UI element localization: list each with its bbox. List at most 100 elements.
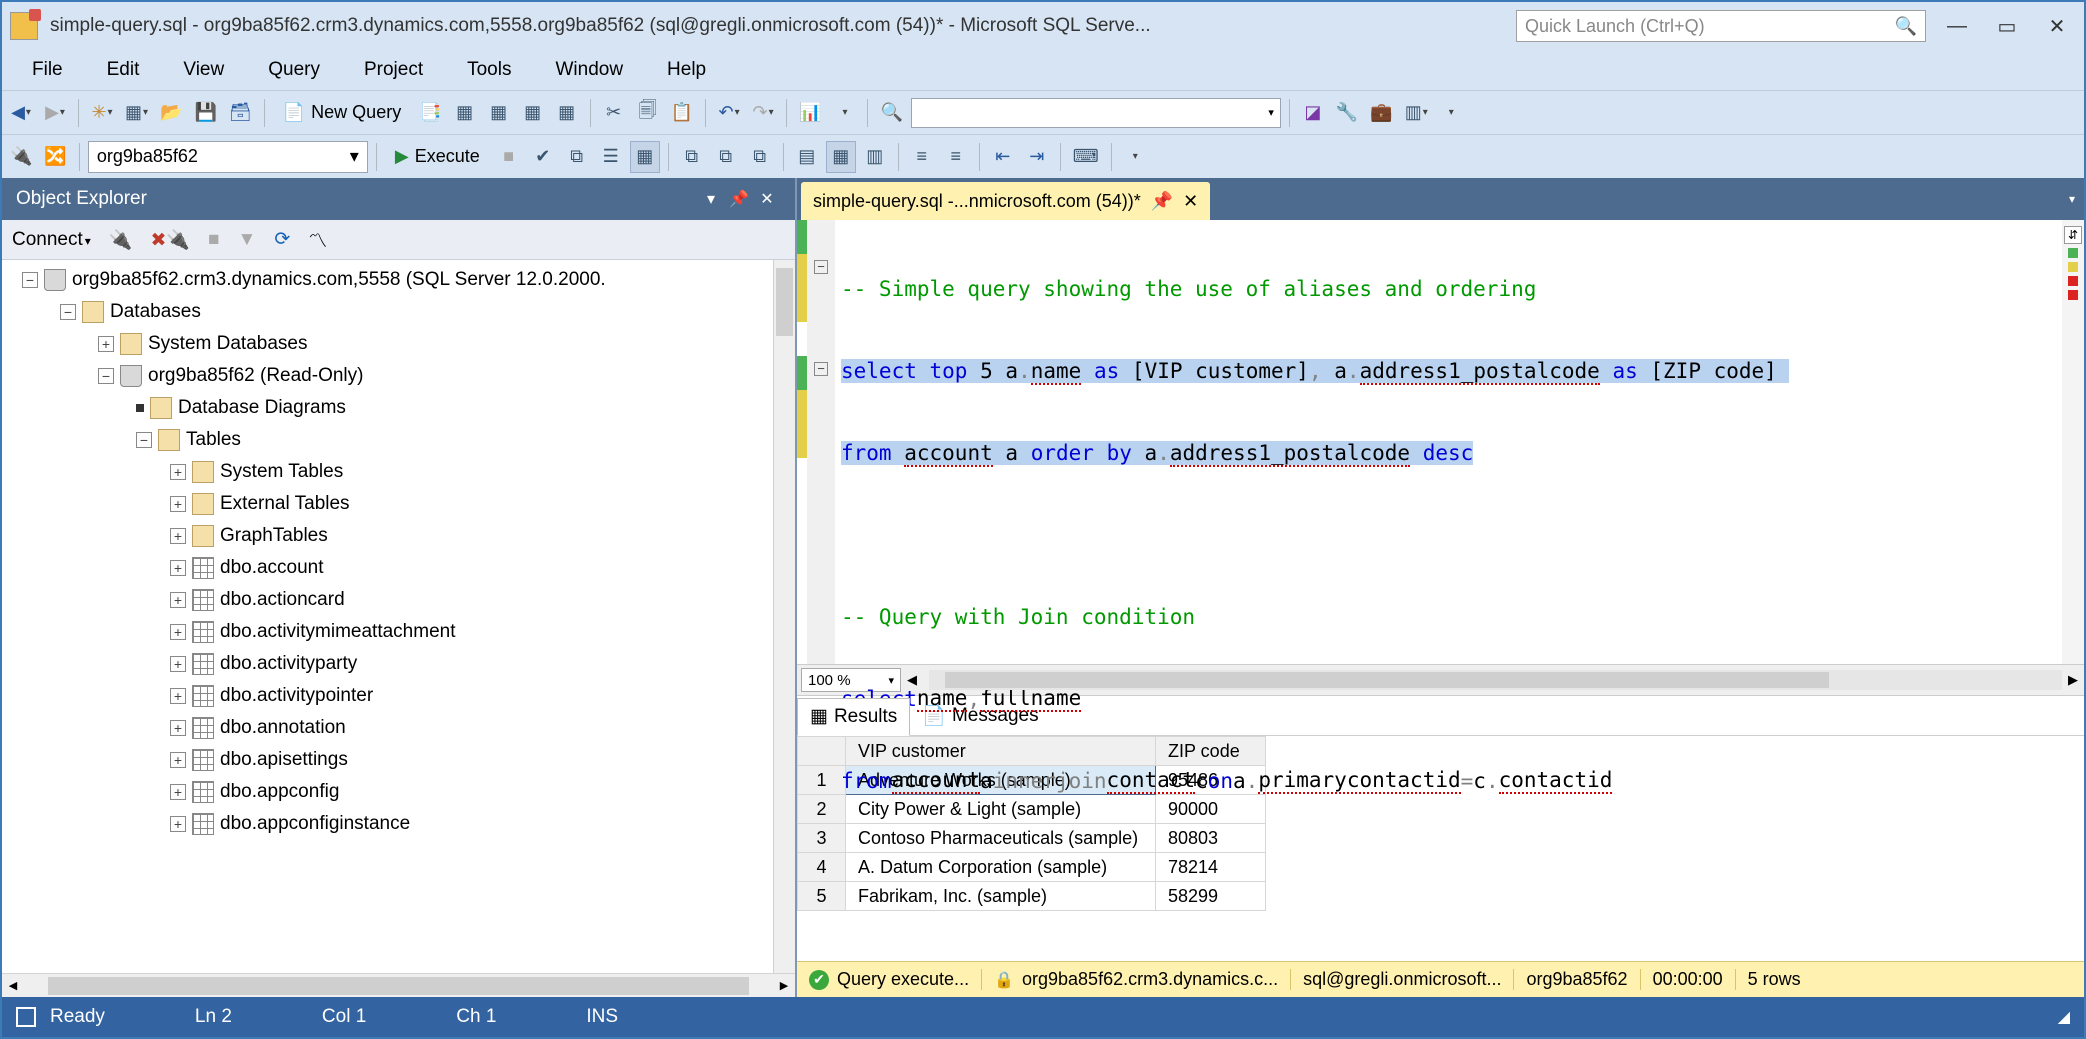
code-editor[interactable]: − − -- Simple query showing the use of a… <box>797 220 2084 664</box>
pin-icon[interactable]: 📌 <box>1151 191 1173 212</box>
save-all-button[interactable]: 🗃 <box>225 97 256 129</box>
menu-edit[interactable]: Edit <box>85 53 162 87</box>
fold-icon[interactable]: − <box>814 260 828 274</box>
tree-table-node[interactable]: +dbo.account <box>2 552 795 584</box>
minimize-button[interactable]: — <box>1938 8 1976 44</box>
find-button[interactable]: 🔍 <box>876 97 906 129</box>
include-plan-button[interactable]: ⧉ <box>677 141 707 173</box>
tree-system-tables-node[interactable]: +System Tables <box>2 456 795 488</box>
marker-icon[interactable] <box>2068 290 2078 300</box>
panel-pin-button[interactable]: 📌 <box>725 189 753 209</box>
activity-dropdown[interactable]: ▾ <box>829 97 859 129</box>
tabs-dropdown[interactable]: ▾ <box>2060 192 2084 206</box>
database-combo[interactable]: org9ba85f62 ▾ <box>88 141 368 173</box>
tree-external-tables-node[interactable]: +External Tables <box>2 488 795 520</box>
template-button[interactable]: 📑 <box>415 97 445 129</box>
maximize-button[interactable]: ▭ <box>1988 8 2026 44</box>
decrease-indent-button[interactable]: ⇤ <box>988 141 1018 173</box>
sqlcmd-mode-button[interactable]: ⌨ <box>1069 141 1103 173</box>
filter-icon[interactable]: ▼ <box>238 229 257 251</box>
resize-grip-icon[interactable]: ◢ <box>2058 1007 2070 1027</box>
copy-button[interactable]: 🗐 <box>633 97 663 129</box>
toolbar-overflow[interactable]: ▾ <box>1436 97 1466 129</box>
cut-button[interactable]: ✂ <box>599 97 629 129</box>
dmx-button[interactable]: ▦ <box>484 97 514 129</box>
panel-dropdown-button[interactable]: ▾ <box>697 189 725 209</box>
tree-table-node[interactable]: +dbo.activityparty <box>2 648 795 680</box>
open-button[interactable]: 📂 <box>156 97 186 129</box>
mdx-button[interactable]: ▦ <box>450 97 480 129</box>
menu-window[interactable]: Window <box>533 53 645 87</box>
disconnect-icon[interactable]: ✖🔌 <box>150 228 190 252</box>
dax-button[interactable]: ▦ <box>552 97 582 129</box>
activity-icon[interactable]: 〽 <box>308 226 327 253</box>
tree-table-node[interactable]: +dbo.activitypointer <box>2 680 795 712</box>
xmla-button[interactable]: ▦ <box>518 97 548 129</box>
menu-project[interactable]: Project <box>342 53 445 87</box>
snippet-button[interactable]: ▤ <box>792 141 822 173</box>
activity-monitor-button[interactable]: 📊 <box>795 97 825 129</box>
menu-help[interactable]: Help <box>645 53 728 87</box>
menu-tools[interactable]: Tools <box>445 53 533 87</box>
menu-file[interactable]: File <box>10 53 85 87</box>
surround-button[interactable]: ▦ <box>826 141 856 173</box>
extensions-button[interactable]: ◪ <box>1298 97 1328 129</box>
refresh-icon[interactable]: ⟳ <box>274 228 290 251</box>
nav-forward-button[interactable]: ▶▾ <box>40 97 70 129</box>
save-button[interactable]: 💾 <box>190 97 220 129</box>
specify-values-button[interactable]: ▥ <box>860 141 890 173</box>
new-query-button[interactable]: 📄New Query <box>273 97 411 129</box>
quick-launch-input[interactable]: Quick Launch (Ctrl+Q) 🔍 <box>1516 10 1926 42</box>
tree-table-node[interactable]: +dbo.activitymimeattachment <box>2 616 795 648</box>
object-explorer-tree[interactable]: −org9ba85f62.crm3.dynamics.com,5558 (SQL… <box>2 260 795 973</box>
results-tab[interactable]: ▦Results <box>797 698 910 736</box>
execute-button[interactable]: ▶Execute <box>385 141 490 173</box>
search-combo[interactable]: ▾ <box>911 98 1281 128</box>
tree-table-node[interactable]: +dbo.annotation <box>2 712 795 744</box>
document-tab[interactable]: simple-query.sql -...nmicrosoft.com (54)… <box>801 182 1210 220</box>
new-item-button[interactable]: ✳▾ <box>87 97 117 129</box>
tree-system-databases-node[interactable]: +System Databases <box>2 328 795 360</box>
redo-button[interactable]: ↷▾ <box>748 97 778 129</box>
stop-icon[interactable]: ■ <box>208 229 219 251</box>
close-button[interactable]: ✕ <box>2038 8 2076 44</box>
increase-indent-button[interactable]: ⇥ <box>1022 141 1052 173</box>
menu-view[interactable]: View <box>161 53 246 87</box>
fold-icon[interactable]: − <box>814 362 828 376</box>
results-text-button[interactable]: ☰ <box>596 141 626 173</box>
menu-query[interactable]: Query <box>246 53 342 87</box>
marker-icon[interactable] <box>2068 276 2078 286</box>
nav-back-button[interactable]: ◀▾ <box>6 97 36 129</box>
tree-table-node[interactable]: +dbo.actioncard <box>2 584 795 616</box>
marker-icon[interactable] <box>2068 248 2078 258</box>
include-client-stats-button[interactable]: ⧉ <box>745 141 775 173</box>
tree-graph-tables-node[interactable]: +GraphTables <box>2 520 795 552</box>
connect-icon[interactable]: 🔌 <box>109 228 133 252</box>
undo-button[interactable]: ↶▾ <box>714 97 744 129</box>
stop-button[interactable]: ■ <box>494 141 524 173</box>
tree-user-database-node[interactable]: −org9ba85f62 (Read-Only) <box>2 360 795 392</box>
window-layout-button[interactable]: ▥▾ <box>1401 97 1432 129</box>
parse-button[interactable]: ✔ <box>528 141 558 173</box>
tree-table-node[interactable]: +dbo.apisettings <box>2 744 795 776</box>
panel-close-button[interactable]: ✕ <box>753 189 781 209</box>
horizontal-scrollbar[interactable] <box>929 670 2062 690</box>
table-row[interactable]: 5Fabrikam, Inc. (sample)58299 <box>798 882 1266 911</box>
toolbox-button[interactable]: 💼 <box>1366 97 1396 129</box>
change-connection-button[interactable]: 🔀 <box>40 141 70 173</box>
comment-button[interactable]: ≡ <box>907 141 937 173</box>
tree-databases-node[interactable]: −Databases <box>2 296 795 328</box>
tree-tables-node[interactable]: −Tables <box>2 424 795 456</box>
horizontal-scrollbar[interactable]: ◀▶ <box>2 973 795 997</box>
uncomment-button[interactable]: ≡ <box>941 141 971 173</box>
tree-server-node[interactable]: −org9ba85f62.crm3.dynamics.com,5558 (SQL… <box>2 264 795 296</box>
paste-button[interactable]: 📋 <box>667 97 697 129</box>
marker-icon[interactable] <box>2068 262 2078 272</box>
tree-diagrams-node[interactable]: Database Diagrams <box>2 392 795 424</box>
tools-button[interactable]: 🔧 <box>1332 97 1362 129</box>
results-grid-button[interactable]: ▦ <box>630 141 660 173</box>
code-lines[interactable]: -- Simple query showing the use of alias… <box>835 220 2084 664</box>
connect-button[interactable]: 🔌 <box>6 141 36 173</box>
new-file-button[interactable]: ▦▾ <box>121 97 152 129</box>
connect-dropdown[interactable]: Connect▾ <box>12 229 91 251</box>
